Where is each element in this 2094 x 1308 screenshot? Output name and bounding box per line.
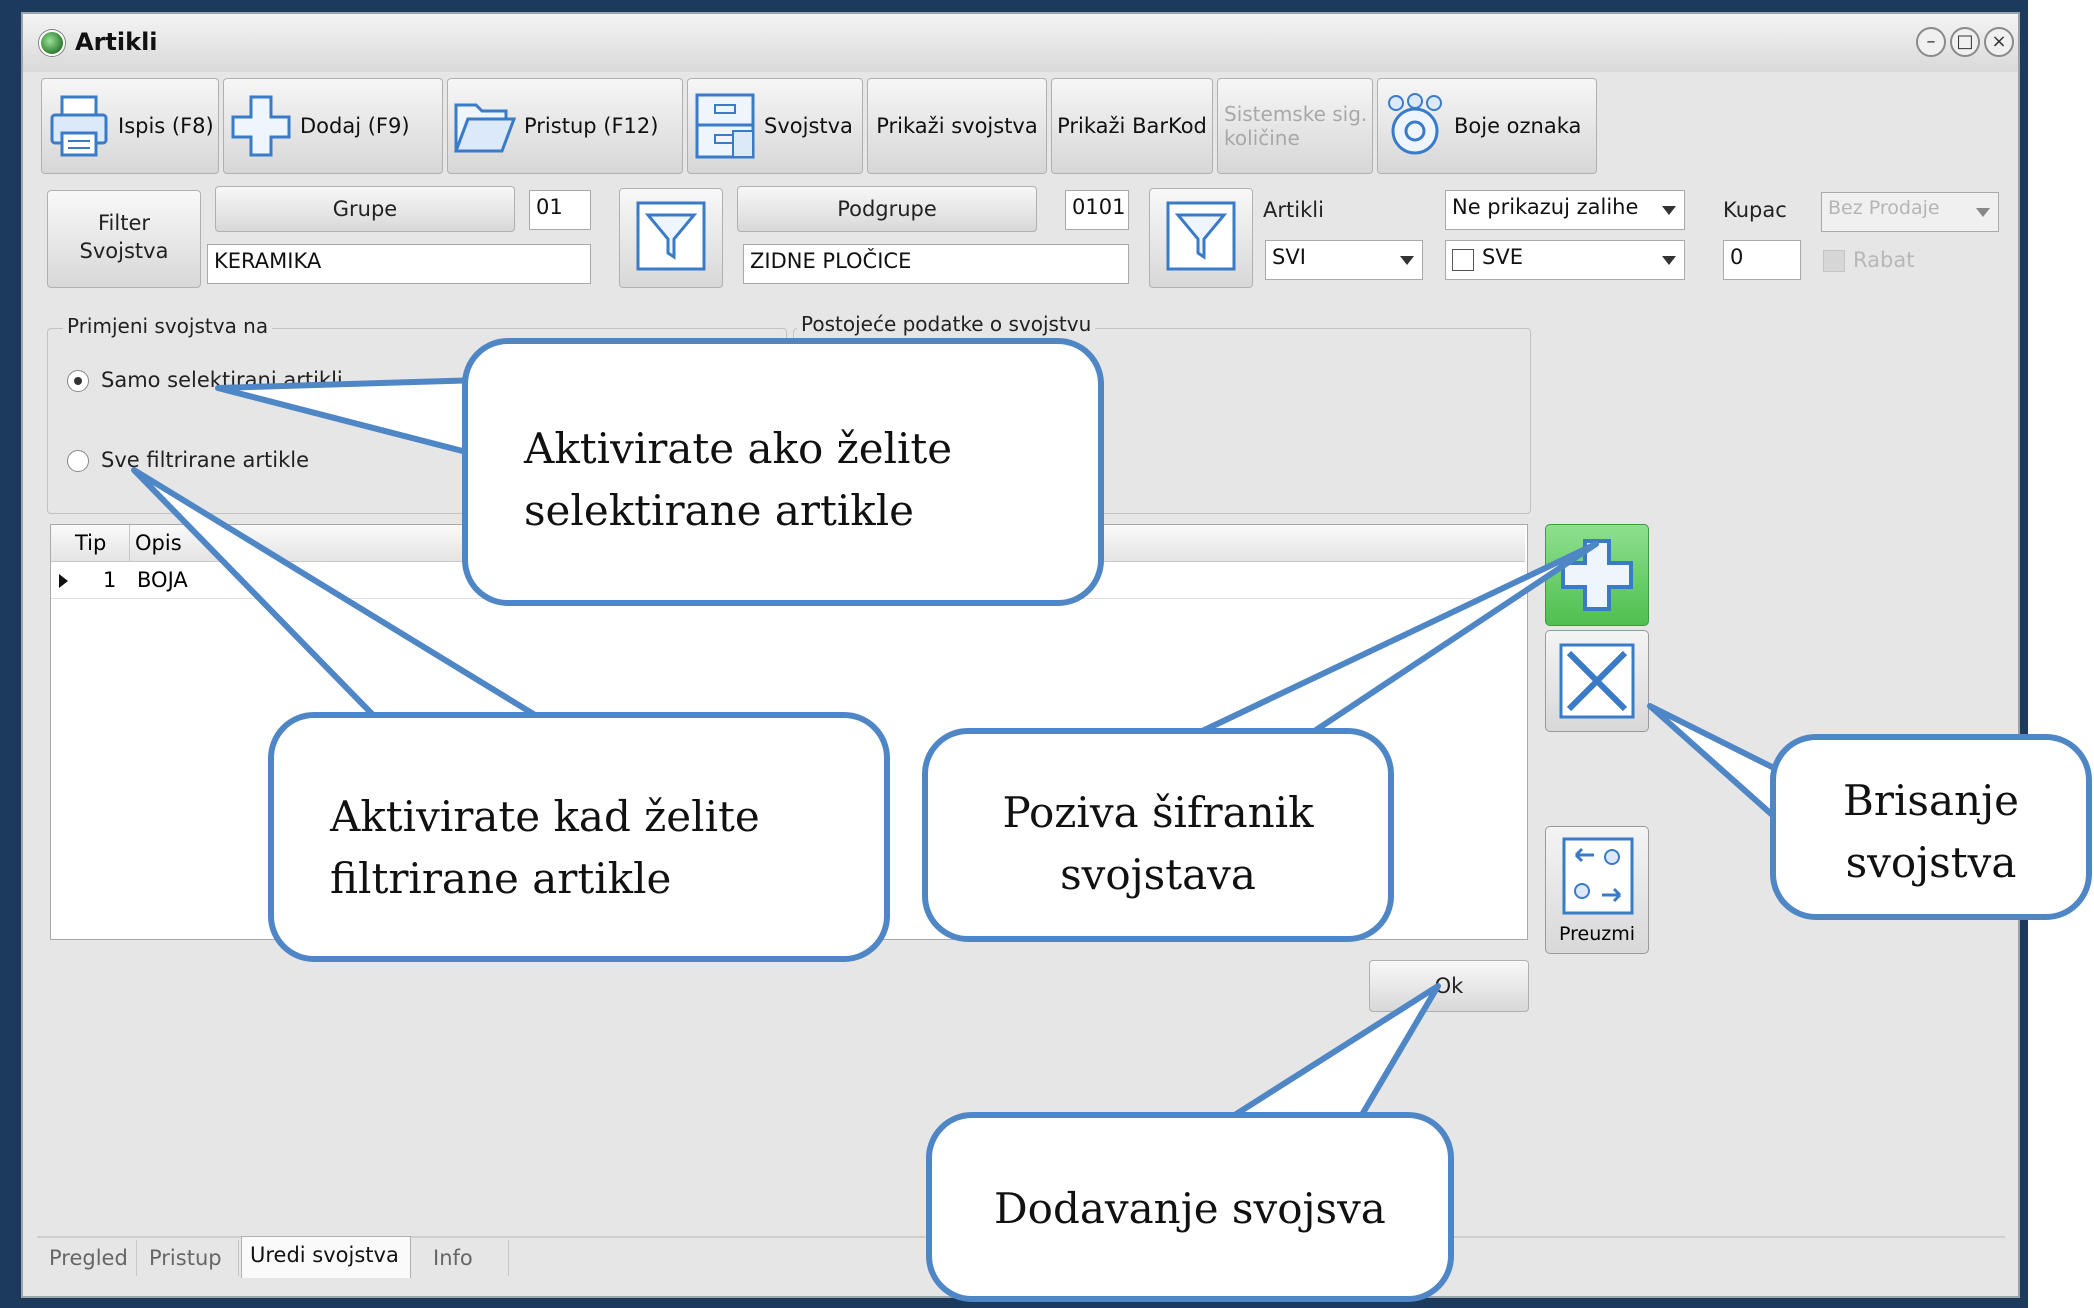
callout-add: Dodavanje svojsva <box>926 1112 1454 1302</box>
pointer-catalog <box>1193 541 1599 737</box>
callout-filtered: Aktivirate kad želite filtrirane artikle <box>268 712 890 962</box>
pointer-selected <box>215 377 485 459</box>
callout-delete: Brisanje svojstva <box>1770 734 2092 920</box>
pointer-add <box>1227 983 1441 1121</box>
callout-selected: Aktivirate ako želite selektirane artikl… <box>462 338 1104 606</box>
callout-catalog: Poziva šifranik svojstava <box>922 728 1394 942</box>
pointer-delete <box>1647 703 1781 823</box>
